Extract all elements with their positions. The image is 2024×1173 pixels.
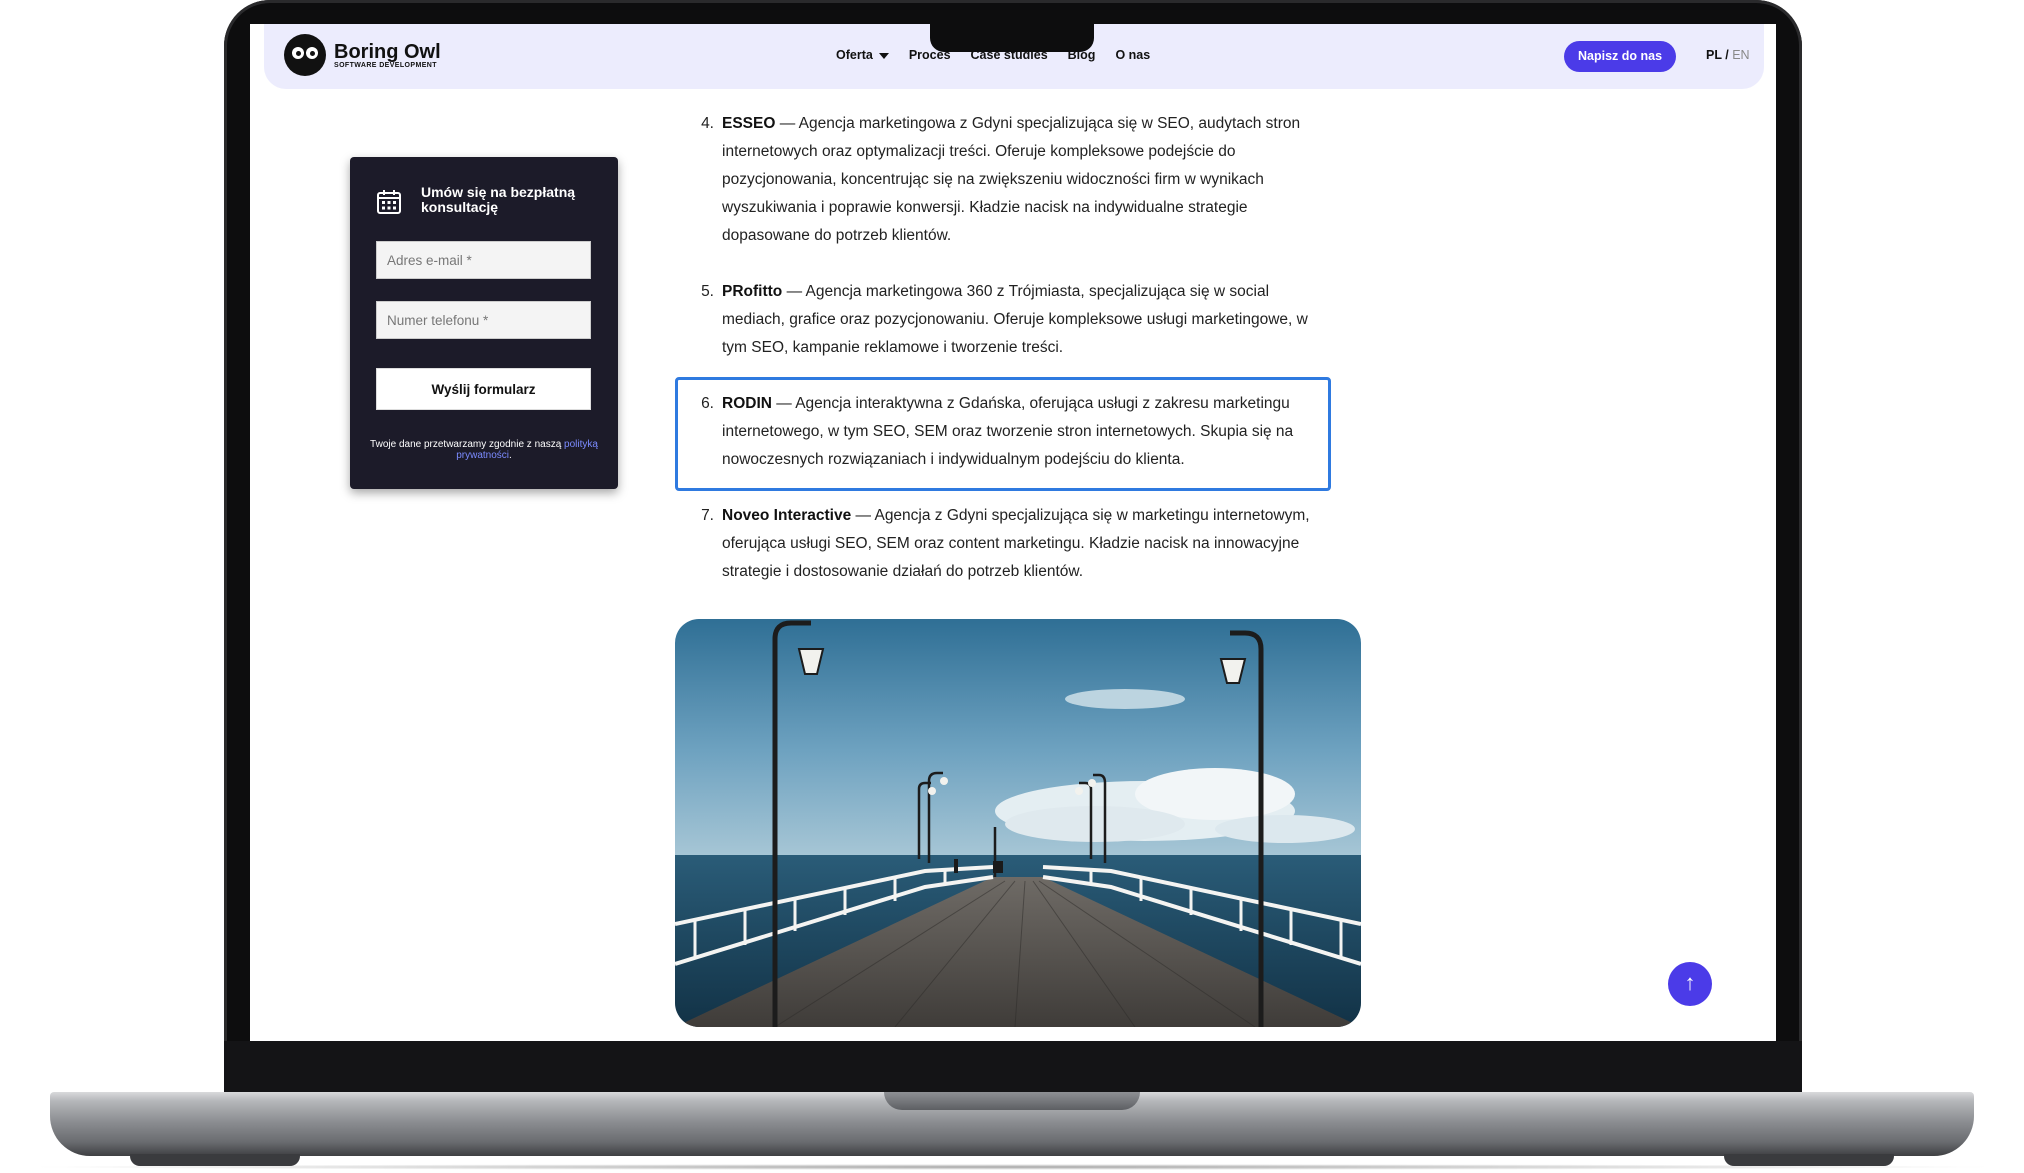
email-field[interactable]: Adres e-mail * [376, 241, 591, 279]
laptop-shadow [20, 1164, 2004, 1170]
laptop-foot-left [130, 1154, 300, 1166]
form-title: Umów się na bezpłatną konsultację [421, 184, 576, 215]
nav-item-oferta[interactable]: Oferta [836, 48, 889, 62]
chevron-down-icon [878, 52, 889, 59]
privacy-end: . [509, 450, 512, 461]
contact-button[interactable]: Napisz do nas [1564, 41, 1677, 72]
highlighted-item-frame [675, 377, 1331, 491]
agency-description: — Agencja marketingowa z Gdyni specjaliz… [722, 115, 1301, 244]
submit-form-button[interactable]: Wyślij formularz [376, 368, 591, 410]
brand-logo[interactable]: Boring Owl SOFTWARE DEVELOPMENT [284, 34, 441, 76]
lang-pl[interactable]: PL [1706, 48, 1722, 62]
list-number: 4. [701, 115, 714, 132]
nav-item-o-nas[interactable]: O nas [1115, 48, 1150, 62]
list-number: 7. [701, 507, 714, 524]
laptop-base-notch [884, 1092, 1140, 1110]
owl-logo-icon [284, 34, 326, 76]
agency-name: PRofitto [722, 283, 783, 300]
privacy-note: Twoje dane przetwarzamy zgodnie z naszą … [368, 439, 600, 461]
privacy-text: Twoje dane przetwarzamy zgodnie z naszą [370, 439, 562, 450]
laptop-foot-right [1724, 1154, 1894, 1166]
lang-separator: / [1725, 48, 1729, 62]
laptop-bottom-bezel [224, 1041, 1802, 1093]
phone-field[interactable]: Numer telefonu * [376, 301, 591, 339]
browser-viewport: Boring Owl SOFTWARE DEVELOPMENT Oferta P… [250, 24, 1776, 1041]
agency-description: — Agencja marketingowa 360 z Trójmiasta,… [722, 283, 1308, 356]
page: Boring Owl SOFTWARE DEVELOPMENT Oferta P… [0, 0, 2024, 1173]
scroll-to-top-button[interactable]: ↑ [1668, 962, 1712, 1006]
lang-en[interactable]: EN [1732, 48, 1749, 62]
arrow-up-icon: ↑ [1684, 970, 1696, 995]
pier-photo [675, 619, 1361, 1027]
list-number: 5. [701, 283, 714, 300]
language-switcher: PL / EN [1706, 48, 1750, 62]
calendar-icon [377, 190, 401, 214]
camera-notch [930, 24, 1094, 52]
agency-name: ESSEO [722, 115, 776, 132]
consultation-form: Umów się na bezpłatną konsultację Adres … [350, 157, 618, 489]
brand-tagline: SOFTWARE DEVELOPMENT [334, 61, 437, 69]
brand-name: Boring Owl [334, 40, 441, 63]
pier-illustration [675, 619, 1361, 1027]
agency-name: Noveo Interactive [722, 507, 852, 524]
